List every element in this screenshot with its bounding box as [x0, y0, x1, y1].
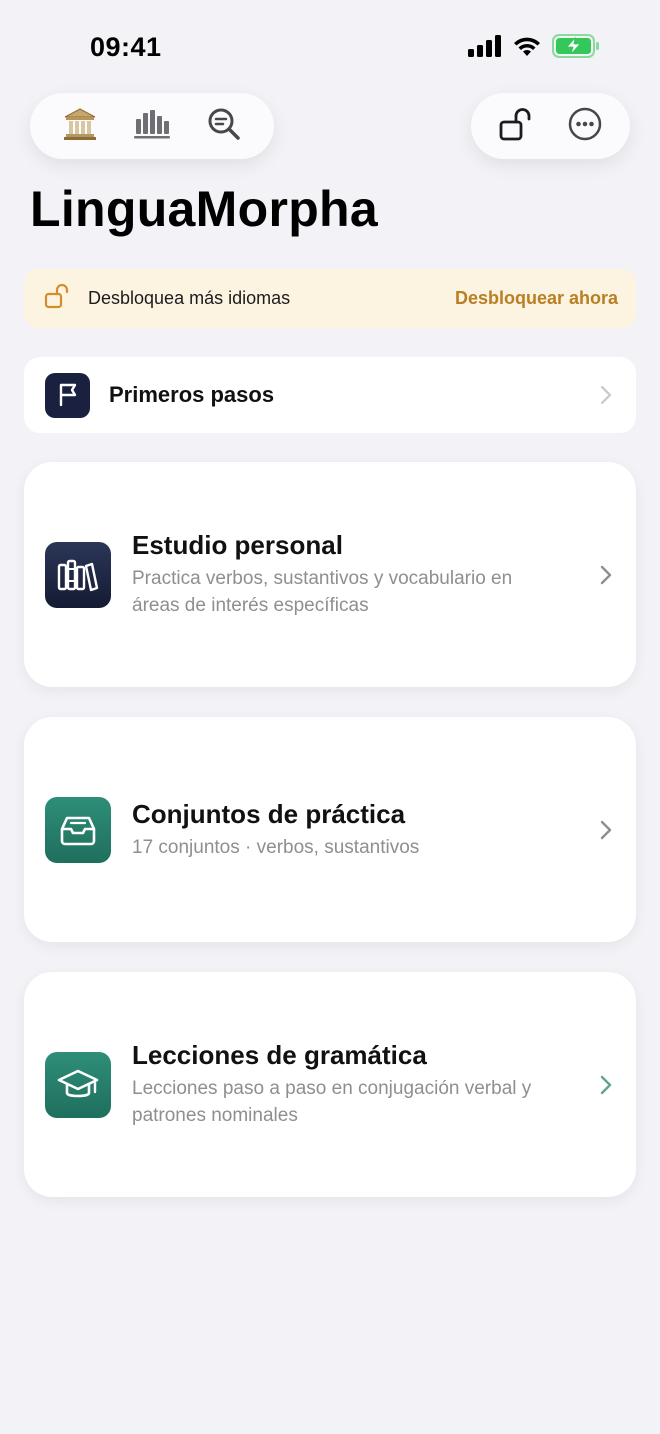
unlock-icon	[498, 106, 534, 147]
tray-icon	[45, 796, 111, 863]
grammar-lessons-subtitle: Lecciones paso a paso en conjugación ver…	[132, 1078, 532, 1126]
battery-charging-icon	[552, 34, 600, 63]
getting-started-label: Primeros pasos	[109, 382, 275, 407]
toolbar-right	[471, 93, 630, 159]
app-title: LinguaMorpha	[30, 181, 379, 237]
practice-sets-card[interactable]: Conjuntos de práctica 17 conjuntos · ver…	[24, 717, 636, 942]
chevron-right-icon	[596, 1074, 616, 1096]
grammar-lessons-title: Lecciones de gramática	[132, 1040, 427, 1070]
personal-study-subtitle: Practica verbos, sustantivos y vocabular…	[132, 568, 513, 616]
stats-button[interactable]	[128, 102, 176, 150]
unlock-now-link[interactable]: Desbloquear ahora	[455, 288, 618, 309]
graduation-cap-icon	[45, 1051, 111, 1118]
grammar-lessons-body: Lecciones de gramática Lecciones paso a …	[132, 1040, 596, 1129]
flag-icon	[45, 372, 90, 418]
museum-button[interactable]	[56, 102, 104, 150]
toolbar-left	[30, 93, 274, 159]
unlock-banner-text: Desbloquea más idiomas	[88, 288, 291, 308]
unlock-banner[interactable]: Desbloquea más idiomas Desbloquear ahora	[24, 269, 636, 328]
wifi-icon	[512, 35, 542, 62]
personal-study-title: Estudio personal	[132, 530, 343, 560]
status-icons	[468, 34, 600, 63]
practice-sets-body: Conjuntos de práctica 17 conjuntos · ver…	[132, 799, 596, 861]
practice-sets-title: Conjuntos de práctica	[132, 798, 406, 829]
search-button[interactable]	[200, 102, 248, 150]
more-button[interactable]	[561, 102, 609, 150]
unlock-button[interactable]	[492, 102, 540, 150]
chart-bars-icon	[134, 109, 170, 144]
practice-sets-subtitle: 17 conjuntos · verbos, sustantivos	[132, 836, 420, 858]
grammar-lessons-card[interactable]: Lecciones de gramática Lecciones paso a …	[24, 972, 636, 1197]
status-bar: 09:41	[0, 0, 660, 96]
personal-study-body: Estudio personal Practica verbos, sustan…	[132, 530, 596, 619]
search-icon	[207, 107, 241, 146]
books-icon	[45, 541, 111, 608]
signal-icon	[468, 35, 502, 62]
more-icon	[568, 107, 602, 146]
chevron-right-icon	[596, 385, 616, 405]
personal-study-card[interactable]: Estudio personal Practica verbos, sustan…	[24, 462, 636, 687]
status-time: 09:41	[90, 32, 162, 62]
getting-started-row[interactable]: Primeros pasos	[24, 357, 636, 433]
museum-icon	[63, 107, 97, 146]
unlock-small-icon	[44, 282, 72, 315]
chevron-right-icon	[596, 819, 616, 841]
chevron-right-icon	[596, 564, 616, 586]
